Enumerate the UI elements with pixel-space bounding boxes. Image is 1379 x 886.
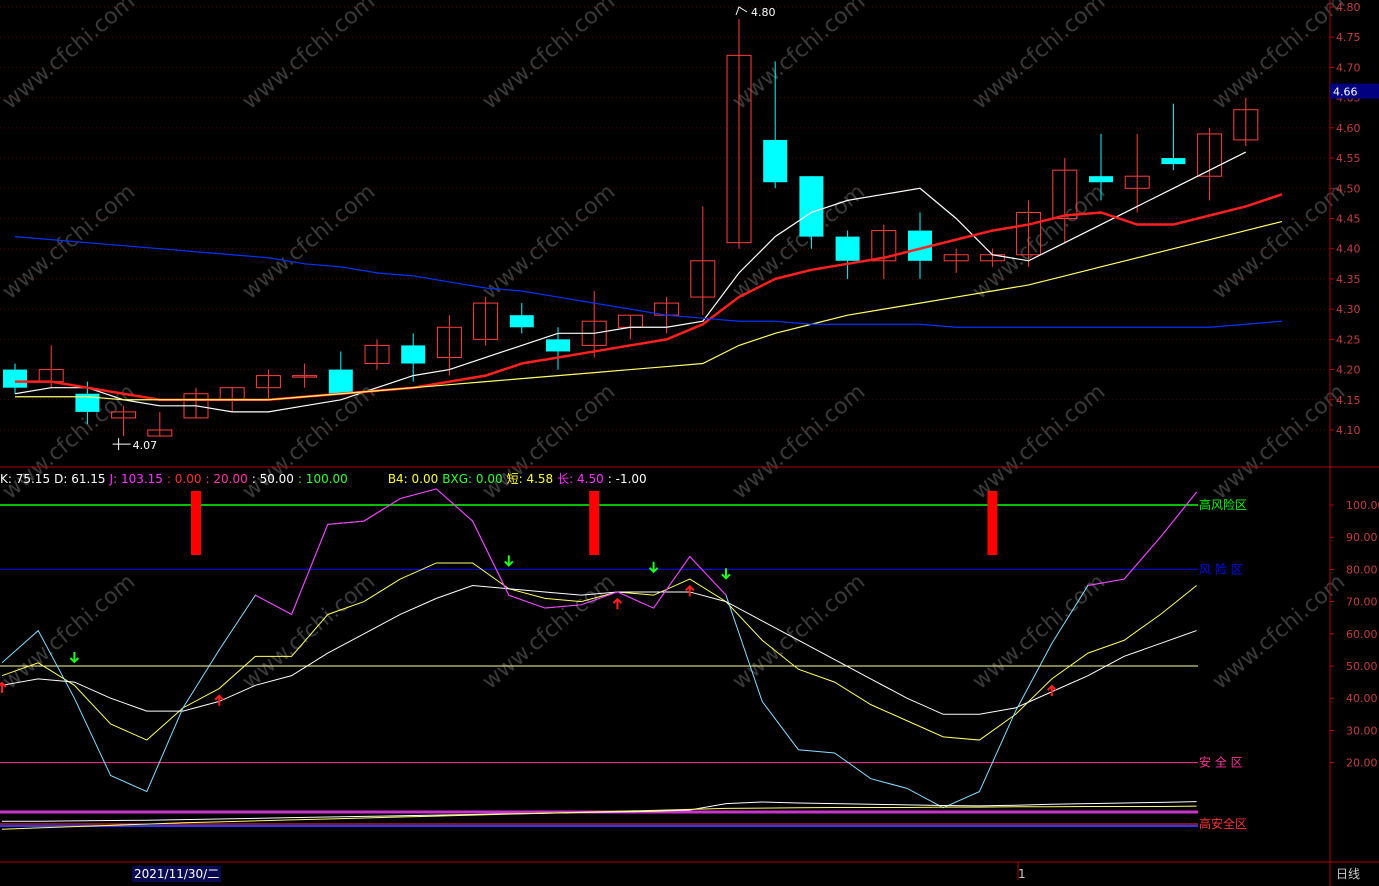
watermark-text: www.cfchi.com [1208,569,1350,694]
candle-body [835,236,860,261]
candle-body [763,139,788,183]
ind-axis-label: 30.00 [1346,724,1378,737]
ind-axis-label: 70.00 [1346,596,1378,609]
indicator-panel[interactable]: 100.00 90.00 80.00 70.00 60.00 50.00 40.00 30.0… [0,488,1379,831]
ind-axis-label: 50.00 [1346,660,1378,673]
chart-frame [0,0,1379,886]
watermark-text: www.cfchi.com [238,569,380,694]
j-line-high [255,488,727,616]
candle-body [1089,176,1113,183]
zone-label: 高安全区 [1199,816,1247,831]
legend-item: : 0.00 [166,472,202,486]
last-price-text: 4.66 [1333,86,1358,99]
candle-body [1161,158,1186,165]
price-axis-label: 4.75 [1336,31,1361,44]
price-axis-label: 4.30 [1336,303,1361,316]
watermark-text: www.cfchi.com [238,179,380,304]
moving-average-line [15,193,1283,402]
ind-axis-label: 40.00 [1346,692,1378,705]
price-axis-label: 4.45 [1336,213,1361,226]
price-axis-label: 4.60 [1336,122,1361,135]
candle-body [799,176,824,237]
watermark-text: www.cfchi.com [1208,179,1350,304]
candle-body [3,369,27,388]
candle-body [401,345,426,364]
legend-item: BXG: 0.00 [442,472,503,486]
signal-bar [191,491,201,555]
watermark-text: www.cfchi.com [478,179,620,304]
price-axis-label: 4.55 [1336,152,1361,165]
zone-label: 风 险 区 [1199,561,1243,576]
stock-chart: www.cfchi.com www.cfchi.com www.cfchi.com w… [0,0,1379,886]
legend-item: K: 75.15 [0,472,51,486]
watermark-text: www.cfchi.com [728,569,870,694]
watermark-text: www.cfchi.com [968,179,1110,304]
signal-bar [987,491,998,555]
price-axis-label: 4.15 [1336,394,1361,407]
watermark-layer: www.cfchi.com www.cfchi.com www.cfchi.com w… [0,0,1350,695]
price-axis-label: 4.35 [1336,273,1361,286]
ind-axis-label: 100.00 [1346,499,1379,512]
ind-axis-label: 20.00 [1346,757,1378,770]
price-axis-label: 4.10 [1336,424,1361,437]
price-panel[interactable]: 4.804.754.704.654.604.554.504.454.404.35… [0,1,1379,452]
watermark-text: www.cfchi.com [0,179,140,304]
ind-axis-label: 80.00 [1346,563,1378,576]
candle-body [546,339,570,352]
price-axis-label: 4.50 [1336,182,1361,195]
date-label: 2021/11/30/二 [132,866,222,882]
moving-average-line [14,151,1247,413]
moving-average-line [14,236,1283,328]
low-label: 4.07 [133,439,158,452]
legend-item: J: 103.15 [109,472,163,486]
price-axis-label: 4.25 [1336,333,1361,346]
legend-item: 长: 4.50 [557,472,604,486]
indicator-legend: K: 75.15 D: 61.15 J: 103.15: 0.00: 20.00: … [0,470,1330,486]
watermark-text: www.cfchi.com [968,569,1110,694]
legend-item: : 100.00 [297,472,348,486]
price-axis-label: 4.40 [1336,243,1361,256]
price-axis-label: 4.80 [1336,1,1361,14]
zone-label: 高风险区 [1199,497,1247,512]
zone-label: 安 全 区 [1199,755,1243,770]
watermark-text: www.cfchi.com [0,569,140,694]
legend-item: : 50.00 [251,472,294,486]
candle-body [328,369,353,394]
period-label[interactable]: 日线 [1336,866,1360,882]
price-axis-label: 4.70 [1336,61,1361,74]
legend-item: B4: 0.00 [387,472,439,486]
watermark-text: www.cfchi.com [0,0,140,115]
candle-body [509,315,534,328]
legend-item: 短: 4.58 [506,472,554,486]
ind-axis-label: 60.00 [1346,628,1378,641]
x-tick-label: 1 [1018,867,1026,881]
legend-item: D: 61.15 [54,472,106,486]
j-line-high [1087,491,1197,586]
legend-item: : -1.00 [607,472,647,486]
legend-item: : 20.00 [205,472,248,486]
price-axis-label: 4.20 [1336,364,1361,377]
high-label: 4.80 [751,6,776,19]
signal-bar [589,491,600,555]
ind-axis-label: 90.00 [1346,531,1378,544]
high-marker [735,6,748,16]
